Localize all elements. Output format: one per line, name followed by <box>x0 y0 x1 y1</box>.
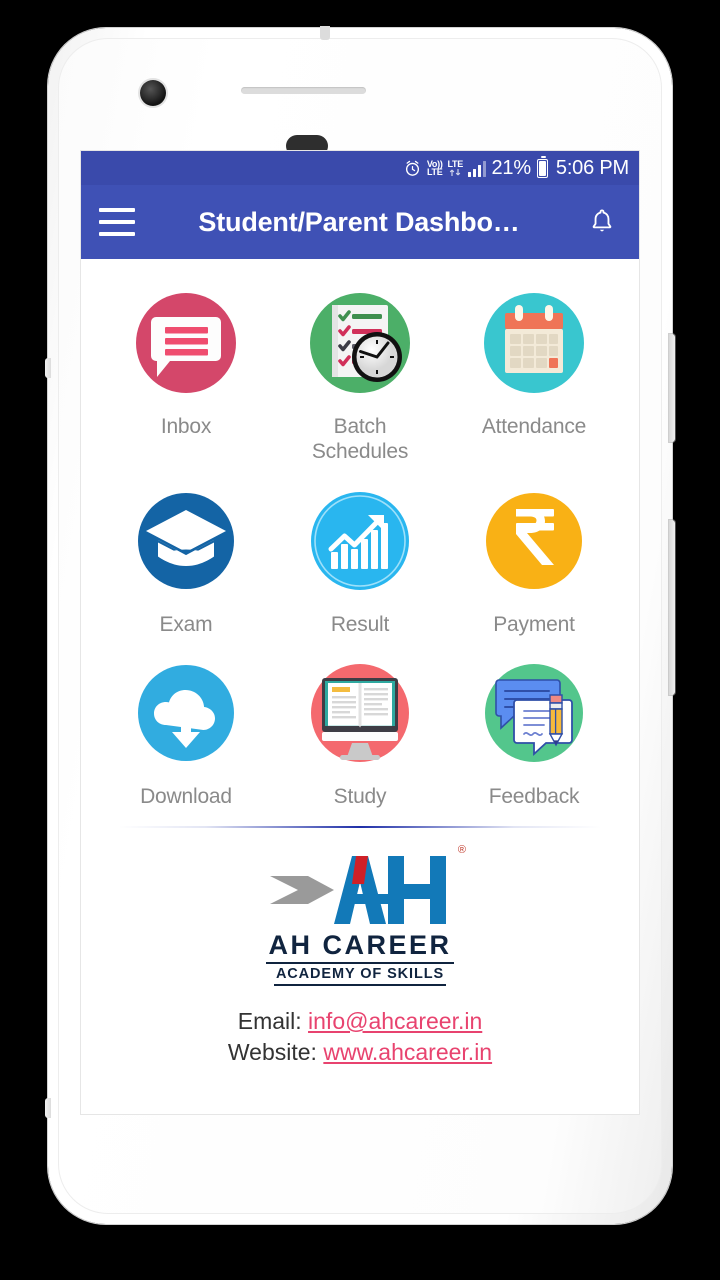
earpiece-speaker <box>241 87 366 94</box>
email-label: Email: <box>237 1008 302 1035</box>
registered-trademark-icon: ® <box>457 844 466 857</box>
tile-exam[interactable]: Exam <box>99 475 273 638</box>
tile-label-inbox: Inbox <box>160 415 212 438</box>
tile-label-download: Download <box>140 785 232 809</box>
front-camera-icon <box>140 80 166 106</box>
tile-label-batch-schedules: Batch Schedules <box>311 415 409 463</box>
notification-bell-icon[interactable] <box>583 208 621 236</box>
logo-wordmark: AH CAREER <box>266 930 454 965</box>
monitor-book-icon <box>300 655 420 775</box>
tile-label-exam: Exam <box>159 612 213 636</box>
volte-bottom-label: LTE <box>426 167 443 177</box>
tile-label-payment: Payment <box>493 612 575 636</box>
website-link[interactable]: www.ahcareer.in <box>323 1039 492 1065</box>
tile-payment[interactable]: Payment <box>447 475 621 638</box>
website-line: Website: www.ahcareer.in <box>81 1037 639 1068</box>
cloud-download-icon <box>126 655 246 775</box>
data-transfer-arrows-icon <box>450 168 461 176</box>
dashboard-grid: Inbox Batch Schedules Attendance Exam Re… <box>81 259 639 810</box>
tile-label-study: Study <box>333 785 387 809</box>
lte-label: LTE <box>447 159 464 170</box>
battery-icon <box>536 155 548 178</box>
antenna-band <box>320 26 330 40</box>
page-title: Student/Parent Dashbo… <box>198 206 520 237</box>
phone-screen: Vo)) LTE LTE 21% 5:06 PM Student/Parent … <box>80 150 640 1115</box>
phone-device-frame: Vo)) LTE LTE 21% 5:06 PM Student/Parent … <box>45 26 675 1224</box>
status-bar: Vo)) LTE LTE 21% 5:06 PM <box>81 151 639 185</box>
sim-tray-left <box>45 358 51 378</box>
tile-study[interactable]: Study <box>273 647 447 810</box>
email-link[interactable]: info@ahcareer.in <box>308 1008 482 1034</box>
tile-feedback[interactable]: Feedback <box>447 647 621 810</box>
hamburger-menu-icon[interactable] <box>99 208 135 236</box>
ah-logo-icon: ® <box>260 844 466 928</box>
footer-divider <box>119 826 601 829</box>
chat-pencil-icon <box>474 655 594 775</box>
power-button[interactable] <box>669 520 675 695</box>
tile-download[interactable]: Download <box>99 647 273 810</box>
tile-result[interactable]: Result <box>273 475 447 638</box>
contact-info: Email: info@ahcareer.in Website: www.ahc… <box>81 1006 639 1068</box>
tile-inbox[interactable]: Inbox <box>99 277 273 465</box>
tile-batch-schedules[interactable]: Batch Schedules <box>273 277 447 465</box>
signal-bars-icon <box>467 160 487 177</box>
rupee-icon <box>474 483 594 603</box>
chat-message-icon <box>126 285 246 405</box>
logo-tagline: ACADEMY OF SKILLS <box>273 965 447 987</box>
volte-icon: Vo)) LTE <box>426 159 443 177</box>
website-label: Website: <box>227 1039 317 1066</box>
alarm-clock-icon <box>403 159 422 178</box>
graduation-cap-icon <box>126 483 246 603</box>
bar-chart-arrow-icon <box>300 483 420 603</box>
battery-percent-label: 21% <box>491 156 531 179</box>
email-line: Email: info@ahcareer.in <box>81 1006 639 1037</box>
tile-label-feedback: Feedback <box>488 785 580 809</box>
status-clock: 5:06 PM <box>555 156 629 179</box>
sim-tray-left-lower <box>45 1098 51 1118</box>
tile-label-result: Result <box>330 612 390 636</box>
tile-attendance[interactable]: Attendance <box>447 277 621 465</box>
app-bar: Student/Parent Dashbo… <box>81 185 639 259</box>
brand-logo: ® AH CAREER ACADEMY OF SKILLS <box>81 844 639 987</box>
volume-button[interactable] <box>669 334 675 442</box>
lte-data-icon: LTE <box>447 159 464 176</box>
tile-label-attendance: Attendance <box>481 415 587 438</box>
checklist-clock-icon <box>300 285 420 405</box>
calendar-icon <box>474 285 594 405</box>
